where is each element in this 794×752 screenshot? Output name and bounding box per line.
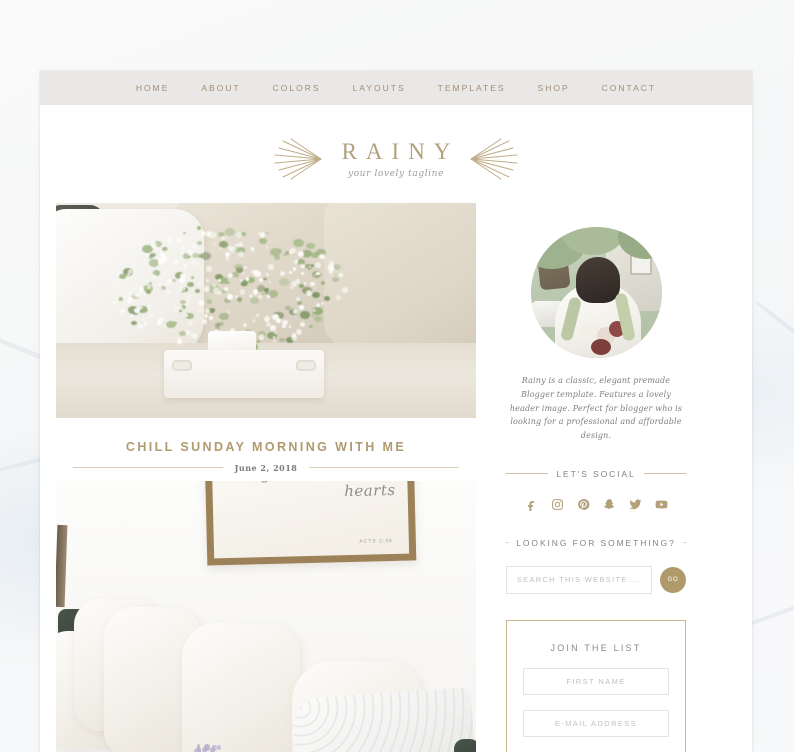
search-input[interactable]: [506, 566, 652, 594]
nav-item-colors[interactable]: COLORS: [257, 83, 337, 93]
meta-rule-right: [309, 467, 459, 468]
post-title[interactable]: CHILL SUNDAY MORNING WITH ME: [56, 440, 476, 454]
post-header: CHILL SUNDAY MORNING WITH ME June 2, 201…: [56, 418, 476, 481]
social-widget-title: LET'S SOCIAL: [556, 469, 635, 479]
meta-rule-left: [73, 467, 223, 468]
content-columns: CHILL SUNDAY MORNING WITH ME June 2, 201…: [40, 203, 752, 752]
first-name-field[interactable]: [523, 668, 669, 695]
search-widget-header: LOOKING FOR SOMETHING?: [506, 538, 686, 548]
post-meta: June 2, 2018: [56, 463, 476, 473]
site-header: RAINY your lovely tagline: [40, 105, 752, 203]
wall-art-frame: glad and sincere hearts ACTS 2:46: [205, 481, 417, 566]
search-form: GO: [506, 566, 686, 594]
search-rule-right: [684, 542, 686, 543]
main-column: CHILL SUNDAY MORNING WITH ME June 2, 201…: [56, 203, 476, 752]
email-field[interactable]: [523, 710, 669, 737]
post-hero-image[interactable]: [56, 203, 476, 418]
site-logo[interactable]: RAINY your lovely tagline: [269, 137, 524, 181]
lavender-sprig: [184, 743, 228, 752]
search-widget-title: LOOKING FOR SOMETHING?: [516, 538, 675, 548]
post-date: June 2, 2018: [235, 463, 298, 473]
frame-text-line2: hearts: [344, 481, 396, 500]
nav-item-layouts[interactable]: LAYOUTS: [337, 83, 422, 93]
search-go-button[interactable]: GO: [660, 567, 686, 593]
sunburst-rays-right-icon: [469, 137, 523, 181]
social-rule-left: [506, 473, 548, 474]
pinterest-icon[interactable]: [576, 497, 591, 512]
main-navigation: HOME ABOUT COLORS LAYOUTS TEMPLATES SHOP…: [40, 71, 752, 105]
youtube-icon[interactable]: [654, 497, 669, 512]
nav-item-home[interactable]: HOME: [120, 83, 186, 93]
brand-tagline: your lovely tagline: [333, 169, 460, 179]
facebook-icon[interactable]: [524, 497, 539, 512]
newsletter-title: JOIN THE LIST: [523, 643, 669, 653]
site-canvas: HOME ABOUT COLORS LAYOUTS TEMPLATES SHOP…: [40, 71, 752, 752]
nav-item-contact[interactable]: CONTACT: [586, 83, 672, 93]
nav-item-shop[interactable]: SHOP: [522, 83, 586, 93]
avatar: [531, 227, 662, 358]
newsletter-widget: JOIN THE LIST JOIN!: [506, 620, 686, 752]
post-body-image[interactable]: glad and sincere hearts ACTS 2:46: [56, 481, 476, 752]
social-widget-header: LET'S SOCIAL: [506, 469, 686, 479]
nav-item-about[interactable]: ABOUT: [185, 83, 256, 93]
brand-name: RAINY: [333, 140, 460, 163]
search-rule-left: [506, 542, 508, 543]
frame-verse: ACTS 2:46: [359, 538, 393, 545]
twitter-icon[interactable]: [628, 497, 643, 512]
sidebar-bio: Rainy is a classic, elegant premade Blog…: [506, 374, 686, 443]
nav-item-templates[interactable]: TEMPLATES: [422, 83, 522, 93]
snapchat-icon[interactable]: [602, 497, 617, 512]
social-rule-right: [644, 473, 686, 474]
sidebar: Rainy is a classic, elegant premade Blog…: [506, 203, 686, 752]
sunburst-rays-left-icon: [269, 137, 323, 181]
social-icons: [506, 497, 686, 512]
instagram-icon[interactable]: [550, 497, 565, 512]
